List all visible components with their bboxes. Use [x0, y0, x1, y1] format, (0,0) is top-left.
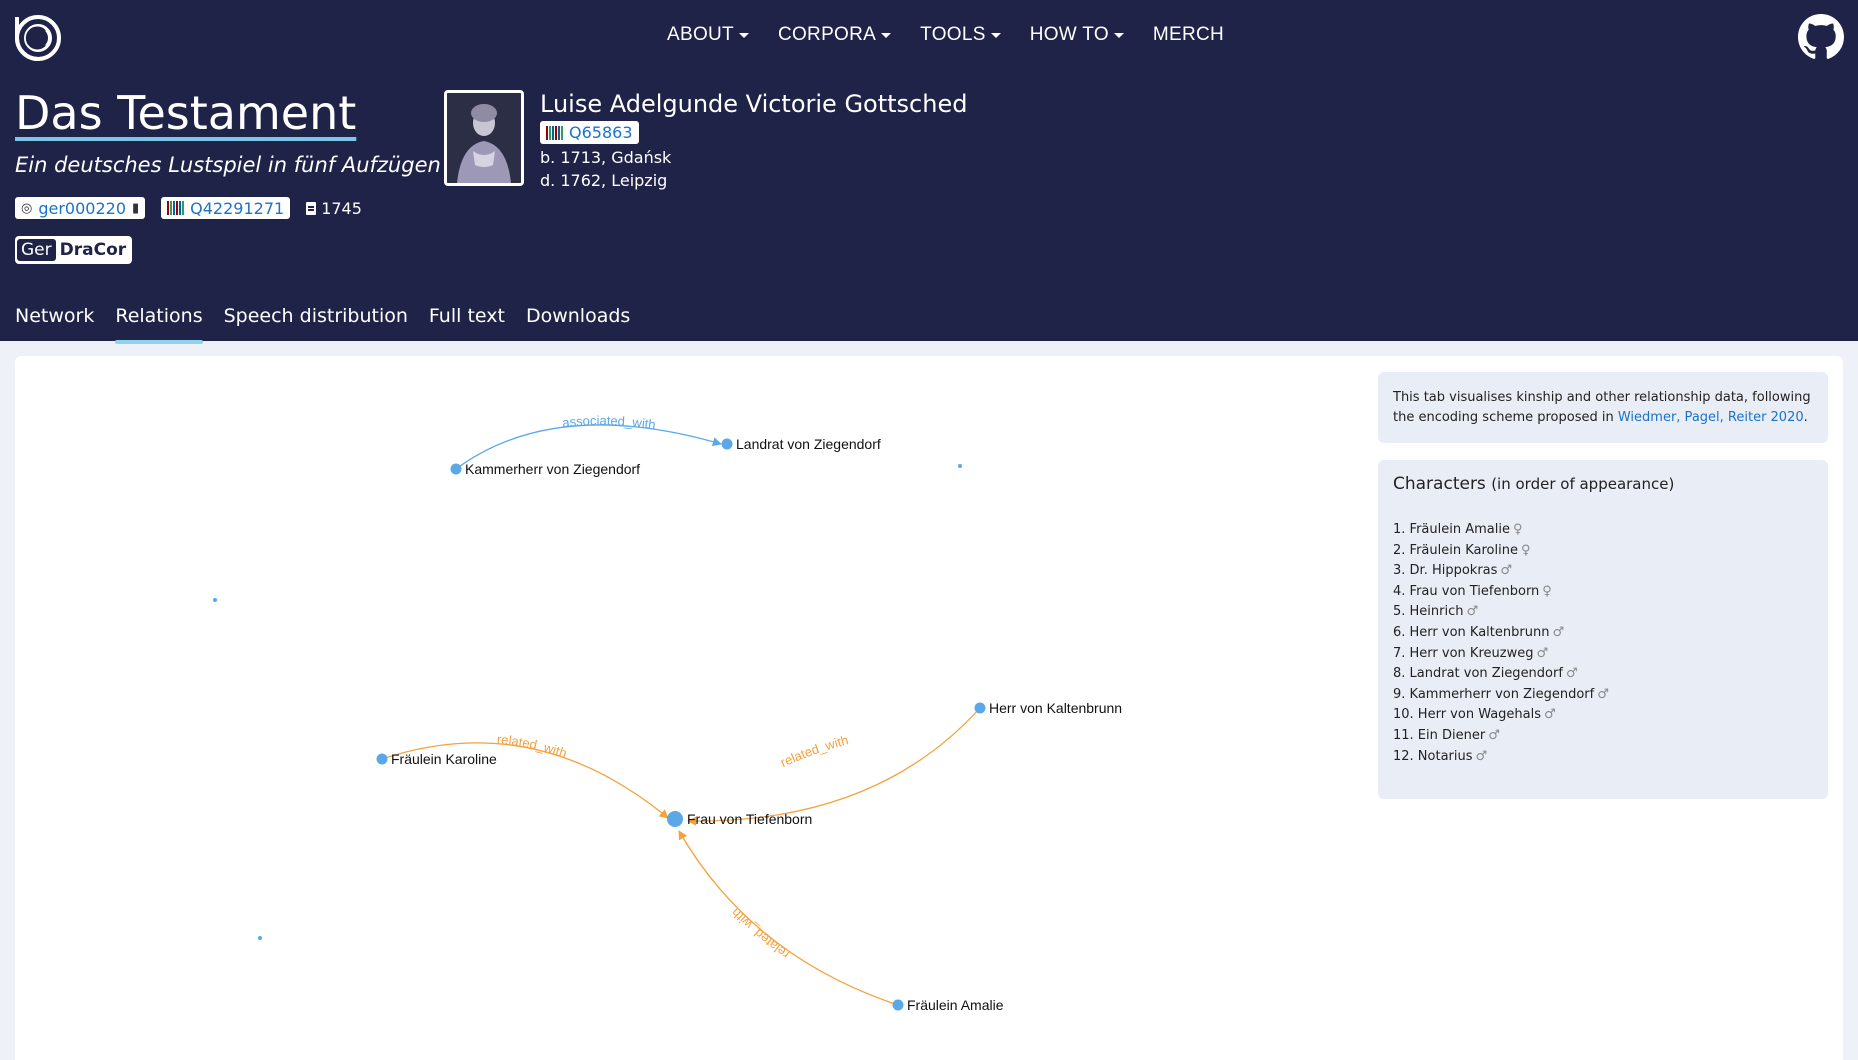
male-icon: ♂	[1466, 604, 1479, 620]
list-item[interactable]: 4. Frau von Tiefenborn ♀	[1393, 582, 1813, 603]
chevron-down-icon	[1113, 32, 1124, 38]
play-subtitle: Ein deutsches Lustspiel in fünf Aufzügen	[15, 153, 441, 177]
list-item[interactable]: 8. Landrat von Ziegendorf ♂	[1393, 664, 1813, 685]
dracor-logo[interactable]	[14, 14, 62, 62]
graph-node-amalie[interactable]: Fräulein Amalie	[892, 997, 1004, 1013]
tab-downloads[interactable]: Downloads	[526, 305, 630, 341]
author-wikidata-badge[interactable]: Q65863	[540, 121, 639, 144]
characters-heading: Characters (in order of appearance)	[1393, 474, 1675, 494]
edge-related-amalie	[678, 830, 899, 1006]
chevron-down-icon	[738, 32, 749, 38]
relations-panel: associated_with related_with related_wit…	[15, 356, 1843, 1060]
edge-label: related_with	[728, 905, 792, 962]
edge-label: related_with	[496, 732, 569, 761]
male-icon: ♂	[1565, 666, 1578, 682]
author-birth: b. 1713, Gdańsk	[540, 148, 672, 167]
nav-tools[interactable]: TOOLS	[920, 24, 1001, 46]
citation-link[interactable]: Wiedmer, Pagel, Reiter 2020	[1618, 410, 1804, 425]
play-tabs: Network Relations Speech distribution Fu…	[15, 305, 651, 344]
female-icon: ♀	[1542, 583, 1552, 599]
relations-info-card: This tab visualises kinship and other re…	[1378, 372, 1828, 443]
graph-node-isolated[interactable]	[258, 936, 262, 940]
wikidata-icon	[546, 125, 563, 140]
wikidata-icon	[167, 201, 185, 215]
author-portrait	[444, 90, 524, 186]
male-icon: ♂	[1597, 686, 1609, 702]
list-item[interactable]: 11. Ein Diener ♂	[1393, 726, 1813, 747]
list-item[interactable]: 2. Fräulein Karoline ♀	[1393, 541, 1813, 562]
graph-node-tiefenborn[interactable]: Frau von Tiefenborn	[667, 811, 812, 827]
author-death: d. 1762, Leipzig	[540, 171, 668, 190]
graph-node-isolated[interactable]	[213, 598, 217, 602]
github-icon[interactable]	[1798, 14, 1844, 60]
book-icon	[306, 201, 317, 215]
dracor-id-badge[interactable]: ◎ ger000220 ▮	[15, 197, 146, 219]
svg-text:Herr von Kaltenbrunn: Herr von Kaltenbrunn	[989, 700, 1122, 716]
graph-node-kaltenbrunn[interactable]: Herr von Kaltenbrunn	[974, 700, 1123, 716]
author-name[interactable]: Luise Adelgunde Victorie Gottsched	[540, 90, 967, 118]
wikidata-badge[interactable]: Q42291271	[161, 197, 291, 219]
nav-about[interactable]: ABOUT	[667, 24, 749, 46]
relations-graph[interactable]: associated_with related_with related_wit…	[15, 356, 1375, 1060]
svg-text:Fräulein Karoline: Fräulein Karoline	[391, 751, 497, 767]
edge-label: associated_with	[561, 413, 656, 432]
male-icon: ♂	[1536, 645, 1549, 661]
list-item[interactable]: 12. Notarius ♂	[1393, 747, 1813, 768]
dracor-id: ger000220	[38, 198, 126, 218]
list-item[interactable]: 3. Dr. Hippokras ♂	[1393, 561, 1813, 582]
female-icon: ♀	[1512, 522, 1523, 537]
male-icon: ♂	[1552, 624, 1565, 640]
characters-list: 1. Fräulein Amalie ♀ 2. Fräulein Karoline…	[1393, 520, 1813, 767]
male-icon: ♂	[1488, 727, 1500, 743]
male-icon: ♂	[1500, 563, 1513, 579]
list-item[interactable]: 6. Herr von Kaltenbrunn ♂	[1393, 623, 1813, 644]
svg-text:Frau von Tiefenborn: Frau von Tiefenborn	[687, 811, 812, 827]
male-icon: ♂	[1544, 707, 1556, 723]
chevron-down-icon	[990, 32, 1001, 38]
list-item[interactable]: 9. Kammerherr von Ziegendorf ♂	[1393, 685, 1813, 706]
nav-corpora[interactable]: CORPORA	[778, 24, 892, 46]
main-nav: ABOUT CORPORA TOOLS HOW TO MERCH	[667, 24, 1253, 46]
graph-node-kammerherr[interactable]: Kammerherr von Ziegendorf	[450, 461, 641, 477]
svg-text:Landrat von Ziegendorf: Landrat von Ziegendorf	[736, 436, 881, 452]
year-written: 1745	[306, 199, 362, 218]
play-identifiers: ◎ ger000220 ▮ Q42291271 1745	[15, 197, 362, 219]
graph-node-landrat[interactable]: Landrat von Ziegendorf	[721, 436, 881, 452]
graph-node-karoline[interactable]: Fräulein Karoline	[376, 751, 498, 767]
dracor-small-icon: ◎	[21, 200, 33, 216]
list-item[interactable]: 10. Herr von Wagehals ♂	[1393, 705, 1813, 726]
male-icon: ♂	[1475, 748, 1488, 764]
edge-related-kaltenbrunn	[687, 707, 981, 822]
tab-speech-distribution[interactable]: Speech distribution	[224, 305, 408, 341]
clipboard-icon[interactable]: ▮	[132, 201, 139, 216]
svg-text:Fräulein Amalie: Fräulein Amalie	[907, 997, 1004, 1013]
nav-how-to[interactable]: HOW TO	[1030, 24, 1124, 46]
play-title[interactable]: Das Testament	[15, 86, 356, 140]
female-icon: ♀	[1520, 542, 1531, 558]
svg-text:Kammerherr von Ziegendorf: Kammerherr von Ziegendorf	[465, 461, 640, 477]
list-item[interactable]: 7. Herr von Kreuzweg ♂	[1393, 644, 1813, 665]
wikidata-id: Q42291271	[190, 198, 285, 218]
tab-full-text[interactable]: Full text	[429, 305, 505, 341]
tab-network[interactable]: Network	[15, 305, 94, 341]
tab-relations[interactable]: Relations	[115, 305, 203, 344]
nav-merch[interactable]: MERCH	[1153, 24, 1224, 46]
list-item[interactable]: 5. Heinrich ♂	[1393, 602, 1813, 623]
edge-label: related_with	[778, 732, 850, 770]
corpus-badge[interactable]: Ger DraCor	[15, 236, 133, 264]
graph-node-isolated[interactable]	[958, 464, 962, 468]
chevron-down-icon	[881, 32, 892, 38]
list-item[interactable]: 1. Fräulein Amalie ♀	[1393, 520, 1813, 541]
characters-card: Characters (in order of appearance) 1. F…	[1378, 460, 1828, 799]
header: ABOUT CORPORA TOOLS HOW TO MERCH Das Tes…	[0, 0, 1858, 344]
